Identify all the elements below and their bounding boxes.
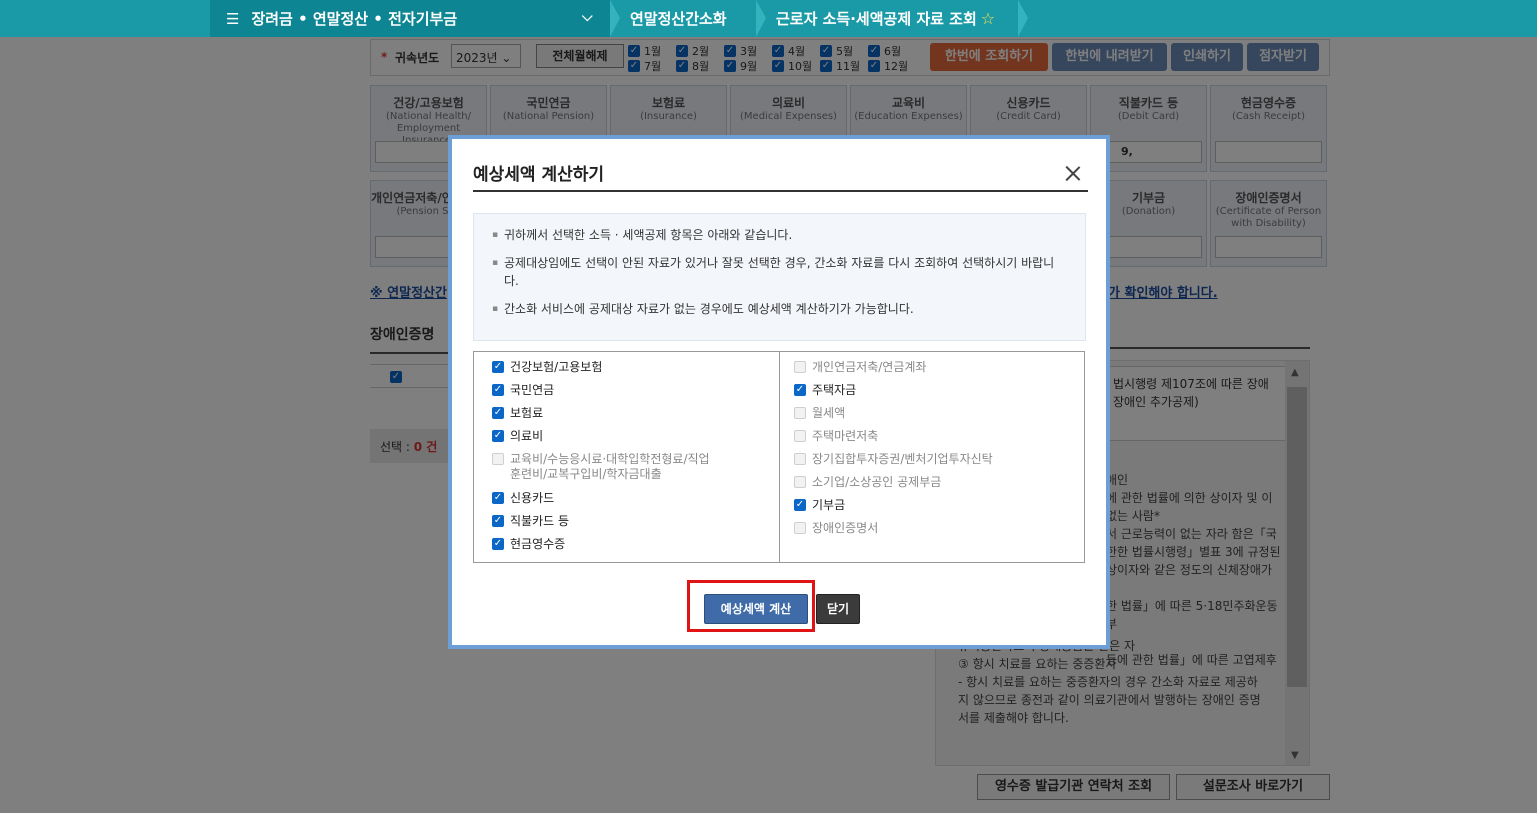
info-item: 간소화 서비스에 공제대상 자료가 없는 경우에도 예상세액 계산하기가 가능합… — [492, 300, 1067, 318]
deduction-item-label: 주택자금 — [812, 383, 857, 397]
deduction-item: 소기업/소상공인 공제부금 — [794, 475, 1066, 489]
deduction-item[interactable]: ✓ 현금영수증 — [492, 537, 761, 551]
deduction-item-label: 교육비/수능응시료·대학입학전형료/직업훈련비/교복구입비/학자금대출 — [510, 452, 710, 481]
deduction-item-label: 주택마련저축 — [812, 429, 879, 443]
deduction-item-label: 장기집합투자증권/벤처기업투자신탁 — [812, 452, 993, 466]
info-box: 귀하께서 선택한 소득 · 세액공제 항목은 아래와 같습니다. 공제대상임에도… — [473, 213, 1086, 341]
chevron-down-icon[interactable]: ⌵ — [582, 9, 593, 25]
deduction-item: 주택마련저축 — [794, 429, 1066, 443]
deduction-item-label: 현금영수증 — [510, 537, 566, 551]
top-nav: ☰ 장려금 • 연말정산 • 전자기부금 ⌵ 연말정산간소화 근로자 소득·세액… — [0, 0, 1537, 37]
estimated-tax-modal: 예상세액 계산하기 귀하께서 선택한 소득 · 세액공제 항목은 아래와 같습니… — [448, 135, 1110, 649]
breadcrumb-label: 근로자 소득·세액공제 자료 조회 — [776, 10, 977, 28]
deduction-item: 교육비/수능응시료·대학입학전형료/직업훈련비/교복구입비/학자금대출 — [492, 452, 761, 482]
deduction-item[interactable]: ✓ 기부금 — [794, 498, 1066, 512]
deduction-item: 장애인증명서 — [794, 521, 1066, 535]
deduction-item[interactable]: ✓ 건강보험/고용보험 — [492, 360, 761, 374]
info-item: 공제대상임에도 선택이 안된 자료가 있거나 잘못 선택한 경우, 간소화 자료… — [492, 254, 1067, 290]
deduction-item-label: 기부금 — [812, 498, 846, 512]
deduction-item[interactable]: ✓ 의료비 — [492, 429, 761, 443]
deduction-item-label: 월세액 — [812, 406, 846, 420]
breadcrumb-current[interactable]: 근로자 소득·세액공제 자료 조회 ☆ — [758, 0, 995, 37]
deduction-item[interactable]: ✓ 국민연금 — [492, 383, 761, 397]
deduction-item[interactable]: ✓ 보험료 — [492, 406, 761, 420]
deduction-column-left: ✓ 건강보험/고용보험 ✓ 국민연금 ✓ 보험료 ✓ 의료비 교육비/수능응시료·대학입… — [474, 352, 779, 562]
checkbox-icon — [794, 430, 806, 442]
deduction-item-label: 개인연금저축/연금계좌 — [812, 360, 927, 374]
deduction-item-label: 신용카드 — [510, 491, 555, 505]
favorite-star-icon[interactable]: ☆ — [981, 9, 995, 28]
checkbox-icon[interactable]: ✓ — [492, 515, 504, 527]
checkbox-icon[interactable]: ✓ — [794, 384, 806, 396]
close-icon[interactable] — [1065, 165, 1081, 181]
deduction-item-label: 국민연금 — [510, 383, 555, 397]
breadcrumb-separator — [1018, 0, 1028, 37]
close-button[interactable]: 닫기 — [816, 594, 860, 624]
checkbox-icon — [492, 453, 504, 465]
deduction-item-label: 보험료 — [510, 406, 544, 420]
checkbox-icon — [794, 407, 806, 419]
checkbox-icon[interactable]: ✓ — [794, 499, 806, 511]
deduction-item: 월세액 — [794, 406, 1066, 420]
checkbox-icon[interactable]: ✓ — [492, 361, 504, 373]
deduction-item[interactable]: ✓ 직불카드 등 — [492, 514, 761, 528]
calculate-estimated-tax-button[interactable]: 예상세액 계산 — [704, 594, 808, 624]
checkbox-icon[interactable]: ✓ — [492, 384, 504, 396]
main-menu-title: 장려금 • 연말정산 • 전자기부금 — [251, 10, 458, 28]
deduction-item: 장기집합투자증권/벤처기업투자신탁 — [794, 452, 1066, 466]
deduction-item-label: 장애인증명서 — [812, 521, 879, 535]
breadcrumb-simplified-service[interactable]: 연말정산간소화 — [612, 0, 727, 37]
info-item: 귀하께서 선택한 소득 · 세액공제 항목은 아래와 같습니다. — [492, 226, 1067, 244]
deduction-item-label: 의료비 — [510, 429, 544, 443]
checkbox-icon — [794, 453, 806, 465]
checkbox-icon[interactable]: ✓ — [492, 538, 504, 550]
breadcrumb-label: 연말정산간소화 — [630, 10, 727, 28]
checkbox-icon[interactable]: ✓ — [492, 407, 504, 419]
deduction-item-label: 건강보험/고용보험 — [510, 360, 603, 374]
checkbox-icon[interactable]: ✓ — [492, 492, 504, 504]
deduction-item-label: 소기업/소상공인 공제부금 — [812, 475, 942, 489]
deduction-item-label: 직불카드 등 — [510, 514, 570, 528]
hamburger-icon: ☰ — [226, 9, 240, 28]
modal-divider — [473, 190, 1088, 192]
checkbox-icon[interactable]: ✓ — [492, 430, 504, 442]
checkbox-icon — [794, 522, 806, 534]
checkbox-icon — [794, 361, 806, 373]
modal-title: 예상세액 계산하기 — [473, 165, 605, 185]
deduction-item: 개인연금저축/연금계좌 — [794, 360, 1066, 374]
deduction-column-right: 개인연금저축/연금계좌 ✓ 주택자금 월세액 주택마련저축 장기집합투자증권/벤처… — [779, 352, 1084, 562]
deduction-items-list: ✓ 건강보험/고용보험 ✓ 국민연금 ✓ 보험료 ✓ 의료비 교육비/수능응시료·대학입… — [473, 351, 1085, 563]
checkbox-icon — [794, 476, 806, 488]
main-menu-button[interactable]: ☰ 장려금 • 연말정산 • 전자기부금 ⌵ — [210, 0, 610, 37]
deduction-item[interactable]: ✓ 신용카드 — [492, 491, 761, 505]
deduction-item[interactable]: ✓ 주택자금 — [794, 383, 1066, 397]
